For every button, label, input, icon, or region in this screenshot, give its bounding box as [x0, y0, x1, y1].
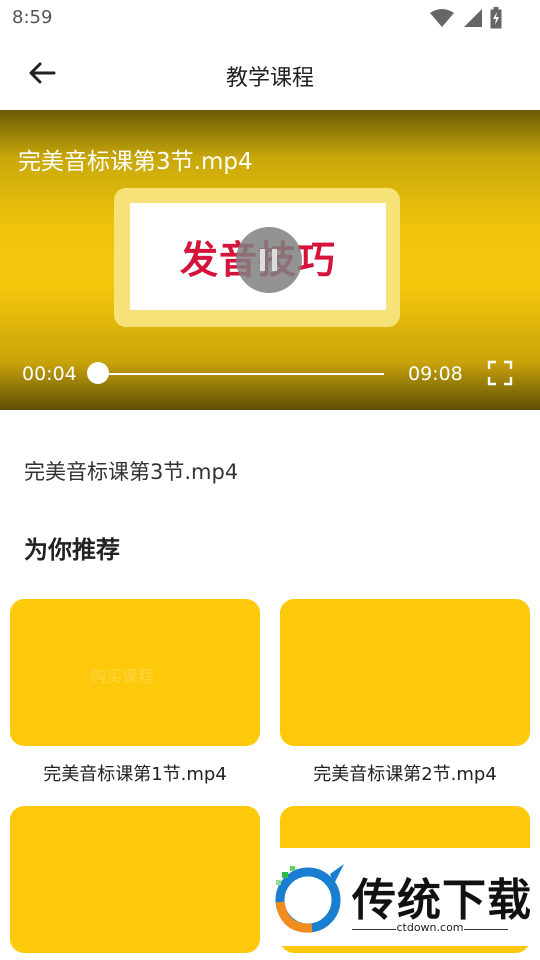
total-time: 09:08: [408, 363, 463, 385]
watermark-logo: 传统下载 ctdown.com: [266, 848, 536, 946]
fullscreen-icon[interactable]: [487, 360, 513, 386]
app-header: 教学课程: [0, 36, 540, 110]
card-thumbnail: 购买课程: [10, 599, 260, 746]
status-bar: 8:59: [0, 0, 540, 36]
progress-thumb[interactable]: [87, 362, 109, 384]
watermark-name: 传统下载: [352, 875, 532, 926]
signal-icon: [464, 9, 482, 27]
video-title: 完美音标课第3节.mp4: [18, 149, 253, 175]
status-icons: [430, 7, 502, 29]
card-thumbnail: [10, 806, 260, 953]
progress-track[interactable]: [98, 373, 384, 375]
card-faint-text: 购买课程: [90, 667, 155, 686]
current-time: 00:04: [22, 363, 77, 385]
watermark-url: ctdown.com: [396, 921, 464, 934]
brand-logo-icon: [275, 864, 344, 933]
battery-icon: [490, 7, 502, 29]
wifi-icon: [430, 9, 454, 27]
pause-icon-right: [272, 249, 277, 271]
recommend-title: 为你推荐: [24, 536, 120, 564]
status-time: 8:59: [12, 7, 53, 28]
pause-icon-left: [260, 249, 265, 271]
content-title: 完美音标课第3节.mp4: [24, 460, 239, 484]
card-label: 完美音标课第1节.mp4: [43, 764, 227, 785]
video-player[interactable]: 发音技巧 完美音标课第3节.mp4 00:04 09:08: [0, 110, 540, 410]
card-label: 完美音标课第2节.mp4: [313, 764, 497, 785]
card-thumbnail: [280, 599, 530, 746]
page-title: 教学课程: [225, 66, 314, 91]
pause-button[interactable]: [236, 227, 302, 293]
watermark-divider: [464, 929, 508, 930]
